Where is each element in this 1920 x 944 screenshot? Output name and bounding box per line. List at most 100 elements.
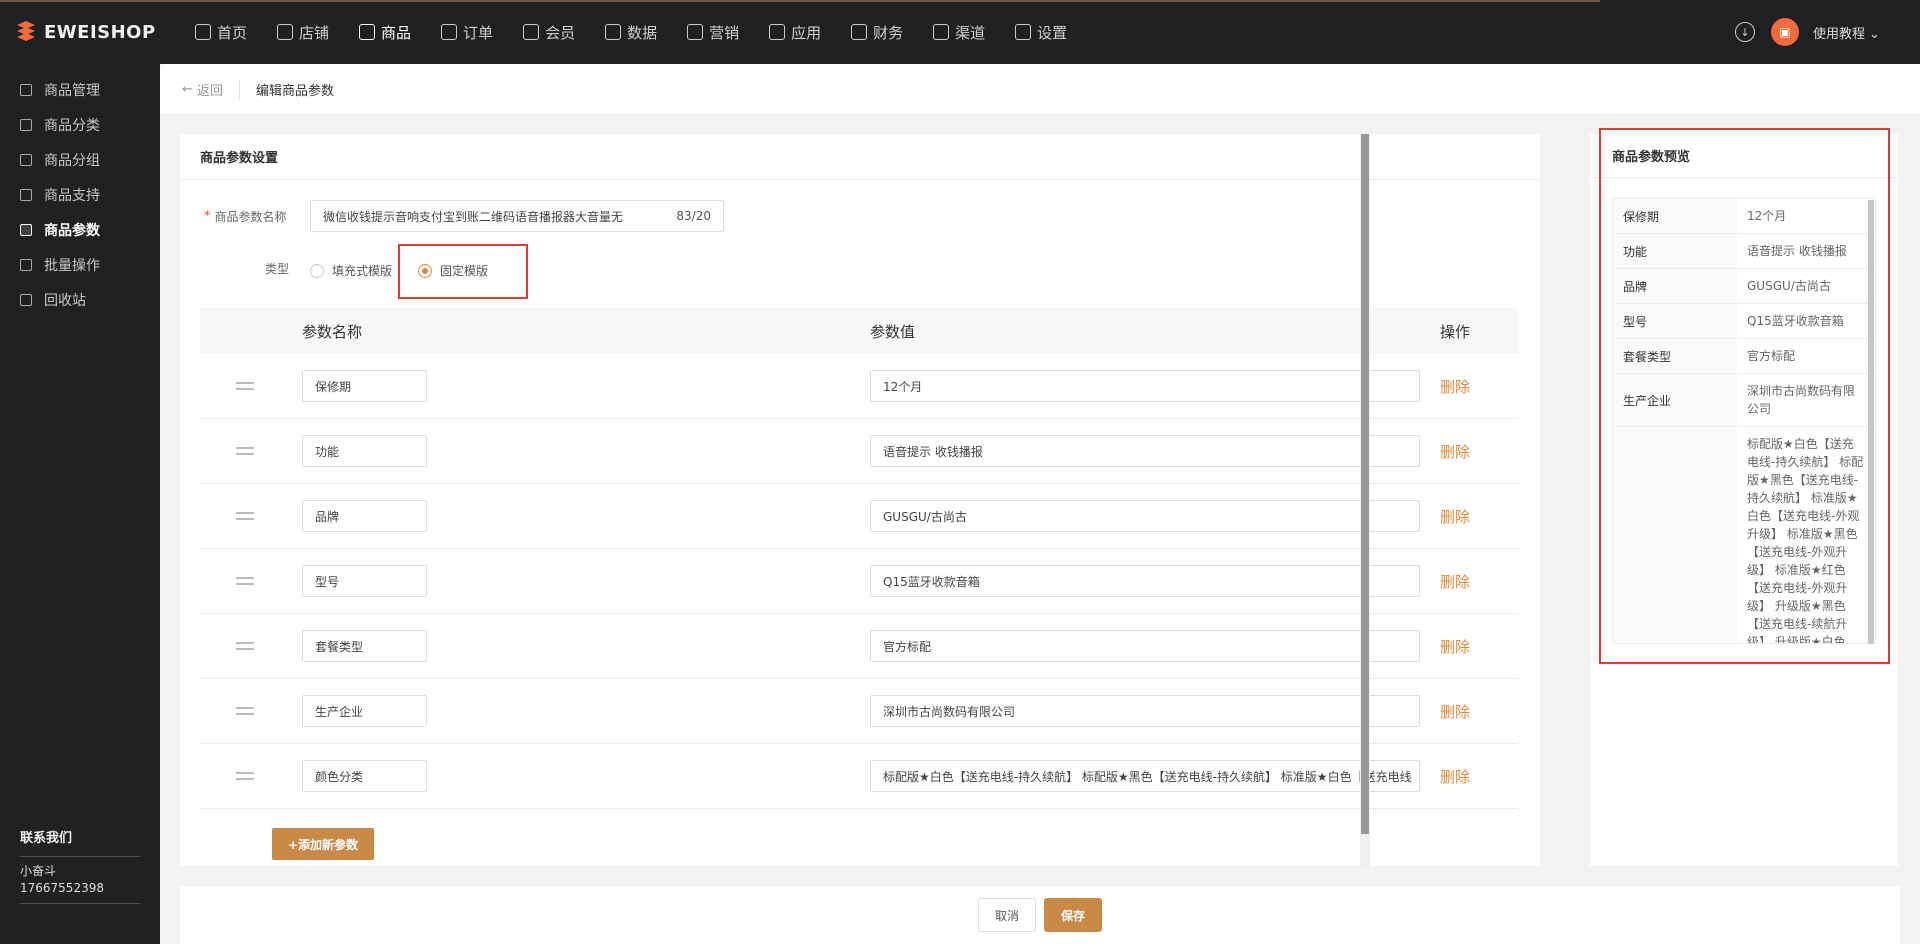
nav-finance[interactable]: 财务 [836, 0, 918, 64]
nav-label: 渠道 [955, 23, 986, 42]
delete-link[interactable]: 删除 [1440, 376, 1470, 397]
sidebar-item-batch[interactable]: 批量操作 [0, 247, 160, 282]
sidebar-item-group[interactable]: 商品分组 [0, 142, 160, 177]
download-icon[interactable]: ↓ [1734, 22, 1755, 42]
param-value-input[interactable]: GUSGU/古尚古 [870, 500, 1420, 532]
drag-handle-icon[interactable] [236, 447, 254, 455]
param-name-input[interactable]: 微信收钱提示音响支付宝到账二维码语音播报器大音量无 83/20 [310, 200, 724, 232]
scrollbar-thumb[interactable] [1361, 134, 1369, 834]
cancel-button[interactable]: 取消 [978, 898, 1036, 932]
drag-handle-icon[interactable] [236, 772, 254, 780]
tag-icon [687, 24, 704, 40]
batch-icon [20, 258, 32, 271]
channel-icon [933, 24, 950, 40]
sidebar-item-support[interactable]: 商品支持 [0, 177, 160, 212]
table-row: 型号 Q15蓝牙收款音箱 删除 [200, 549, 1518, 614]
page-title: 编辑商品参数 [256, 83, 335, 99]
sidebar-item-label: 商品分类 [44, 117, 100, 134]
param-value-input[interactable]: 官方标配 [870, 630, 1420, 662]
sidebar-item-goods-manage[interactable]: 商品管理 [0, 72, 160, 107]
section-title: 商品参数设置 [180, 134, 1540, 180]
avatar[interactable]: ▣ [1770, 18, 1799, 46]
nav-app[interactable]: 应用 [754, 0, 836, 64]
param-value-input[interactable]: Q15蓝牙收款音箱 [870, 565, 1420, 597]
table-row: 生产企业 深圳市古尚数码有限公司 删除 [200, 679, 1518, 744]
divider [20, 903, 140, 904]
nav-channel[interactable]: 渠道 [918, 0, 1000, 64]
chart-icon [605, 24, 622, 40]
chevron-down-icon: ⌄ [1869, 26, 1880, 42]
delete-link[interactable]: 删除 [1440, 441, 1470, 462]
drag-handle-icon[interactable] [236, 382, 254, 390]
radio-label: 填充式模版 [332, 264, 393, 278]
nav-member[interactable]: 会员 [508, 0, 590, 64]
delete-link[interactable]: 删除 [1440, 701, 1470, 722]
param-key-input[interactable]: 品牌 [302, 500, 427, 532]
table-row: 保修期 12个月 删除 [200, 354, 1518, 419]
top-right-tools: ↓ ▣ 使用教程 ⌄ [1734, 18, 1920, 46]
drag-handle-icon[interactable] [236, 642, 254, 650]
app-icon [769, 24, 786, 40]
sidebar-item-params[interactable]: 商品参数 [0, 212, 160, 247]
add-param-button[interactable]: +添加新参数 [272, 828, 374, 860]
nav-label: 店铺 [299, 23, 330, 42]
param-key-input[interactable]: 型号 [302, 565, 427, 597]
nav-order[interactable]: 订单 [426, 0, 508, 64]
brand-logo[interactable]: EWEISHOP [0, 20, 160, 44]
header-op: 操作 [1440, 322, 1471, 341]
list-icon [20, 83, 32, 96]
nav-home[interactable]: 首页 [180, 0, 262, 64]
main-nav: 首页 店铺 商品 订单 会员 数据 营销 应用 财务 渠道 设置 [180, 0, 1082, 64]
nav-settings[interactable]: 设置 [1000, 0, 1082, 64]
nav-goods[interactable]: 商品 [344, 0, 426, 64]
recycle-icon [20, 293, 32, 306]
param-key-input[interactable]: 颜色分类 [302, 760, 427, 792]
back-button[interactable]: ← 返回 [182, 79, 241, 99]
required-mark: * [204, 209, 211, 224]
param-value-input[interactable]: 深圳市古尚数码有限公司 [870, 695, 1420, 727]
gear-icon [1015, 24, 1032, 40]
arrow-left-icon: ← [182, 81, 198, 97]
drag-handle-icon[interactable] [236, 707, 254, 715]
goods-icon [359, 24, 376, 40]
param-key-input[interactable]: 生产企业 [302, 695, 427, 727]
name-label-row: * 商品参数名称 [204, 208, 287, 225]
param-key-input[interactable]: 功能 [302, 435, 427, 467]
param-key-input[interactable]: 保修期 [302, 370, 427, 402]
delete-link[interactable]: 删除 [1440, 766, 1470, 787]
radio-fill-template[interactable]: 填充式模版 [310, 262, 392, 279]
drag-handle-icon[interactable] [236, 512, 254, 520]
sidebar-item-recycle[interactable]: 回收站 [0, 282, 160, 317]
nav-store[interactable]: 店铺 [262, 0, 344, 64]
delete-link[interactable]: 删除 [1440, 506, 1470, 527]
sidebar-item-label: 商品参数 [44, 222, 100, 239]
contact-title: 联系我们 [20, 827, 140, 857]
delete-link[interactable]: 删除 [1440, 571, 1470, 592]
tutorial-label: 使用教程 [1812, 26, 1865, 42]
scrollbar[interactable] [1360, 134, 1370, 866]
param-value-input[interactable]: 标配版★白色【送充电线-持久续航】 标配版★黑色【送充电线-持久续航】 标准版★… [870, 760, 1420, 792]
save-button[interactable]: 保存 [1044, 898, 1102, 932]
nav-marketing[interactable]: 营销 [672, 0, 754, 64]
param-value-input[interactable]: 语音提示 收钱播报 [870, 435, 1420, 467]
table-row: 套餐类型 官方标配 删除 [200, 614, 1518, 679]
nav-label: 设置 [1037, 23, 1068, 42]
delete-link[interactable]: 删除 [1440, 636, 1470, 657]
param-value-input[interactable]: 12个月 [870, 370, 1420, 402]
param-settings-panel: 商品参数设置 * 商品参数名称 微信收钱提示音响支付宝到账二维码语音播报器大音量… [180, 134, 1540, 866]
sidebar-item-label: 批量操作 [44, 257, 100, 274]
contact-phone: 17667552398 [20, 881, 104, 895]
param-key-input[interactable]: 套餐类型 [302, 630, 427, 662]
sidebar-item-label: 商品支持 [44, 187, 100, 204]
sidebar-item-label: 回收站 [44, 292, 86, 309]
order-icon [441, 24, 458, 40]
store-icon [277, 24, 294, 40]
table-row: 功能 语音提示 收钱播报 删除 [200, 419, 1518, 484]
sidebar-item-category[interactable]: 商品分类 [0, 107, 160, 142]
doc-icon [20, 223, 32, 236]
contact-name: 小奋斗 [20, 864, 57, 878]
grid-icon [20, 118, 32, 131]
nav-data[interactable]: 数据 [590, 0, 672, 64]
drag-handle-icon[interactable] [236, 577, 254, 585]
tutorial-menu[interactable]: 使用教程 ⌄ [1813, 23, 1880, 42]
